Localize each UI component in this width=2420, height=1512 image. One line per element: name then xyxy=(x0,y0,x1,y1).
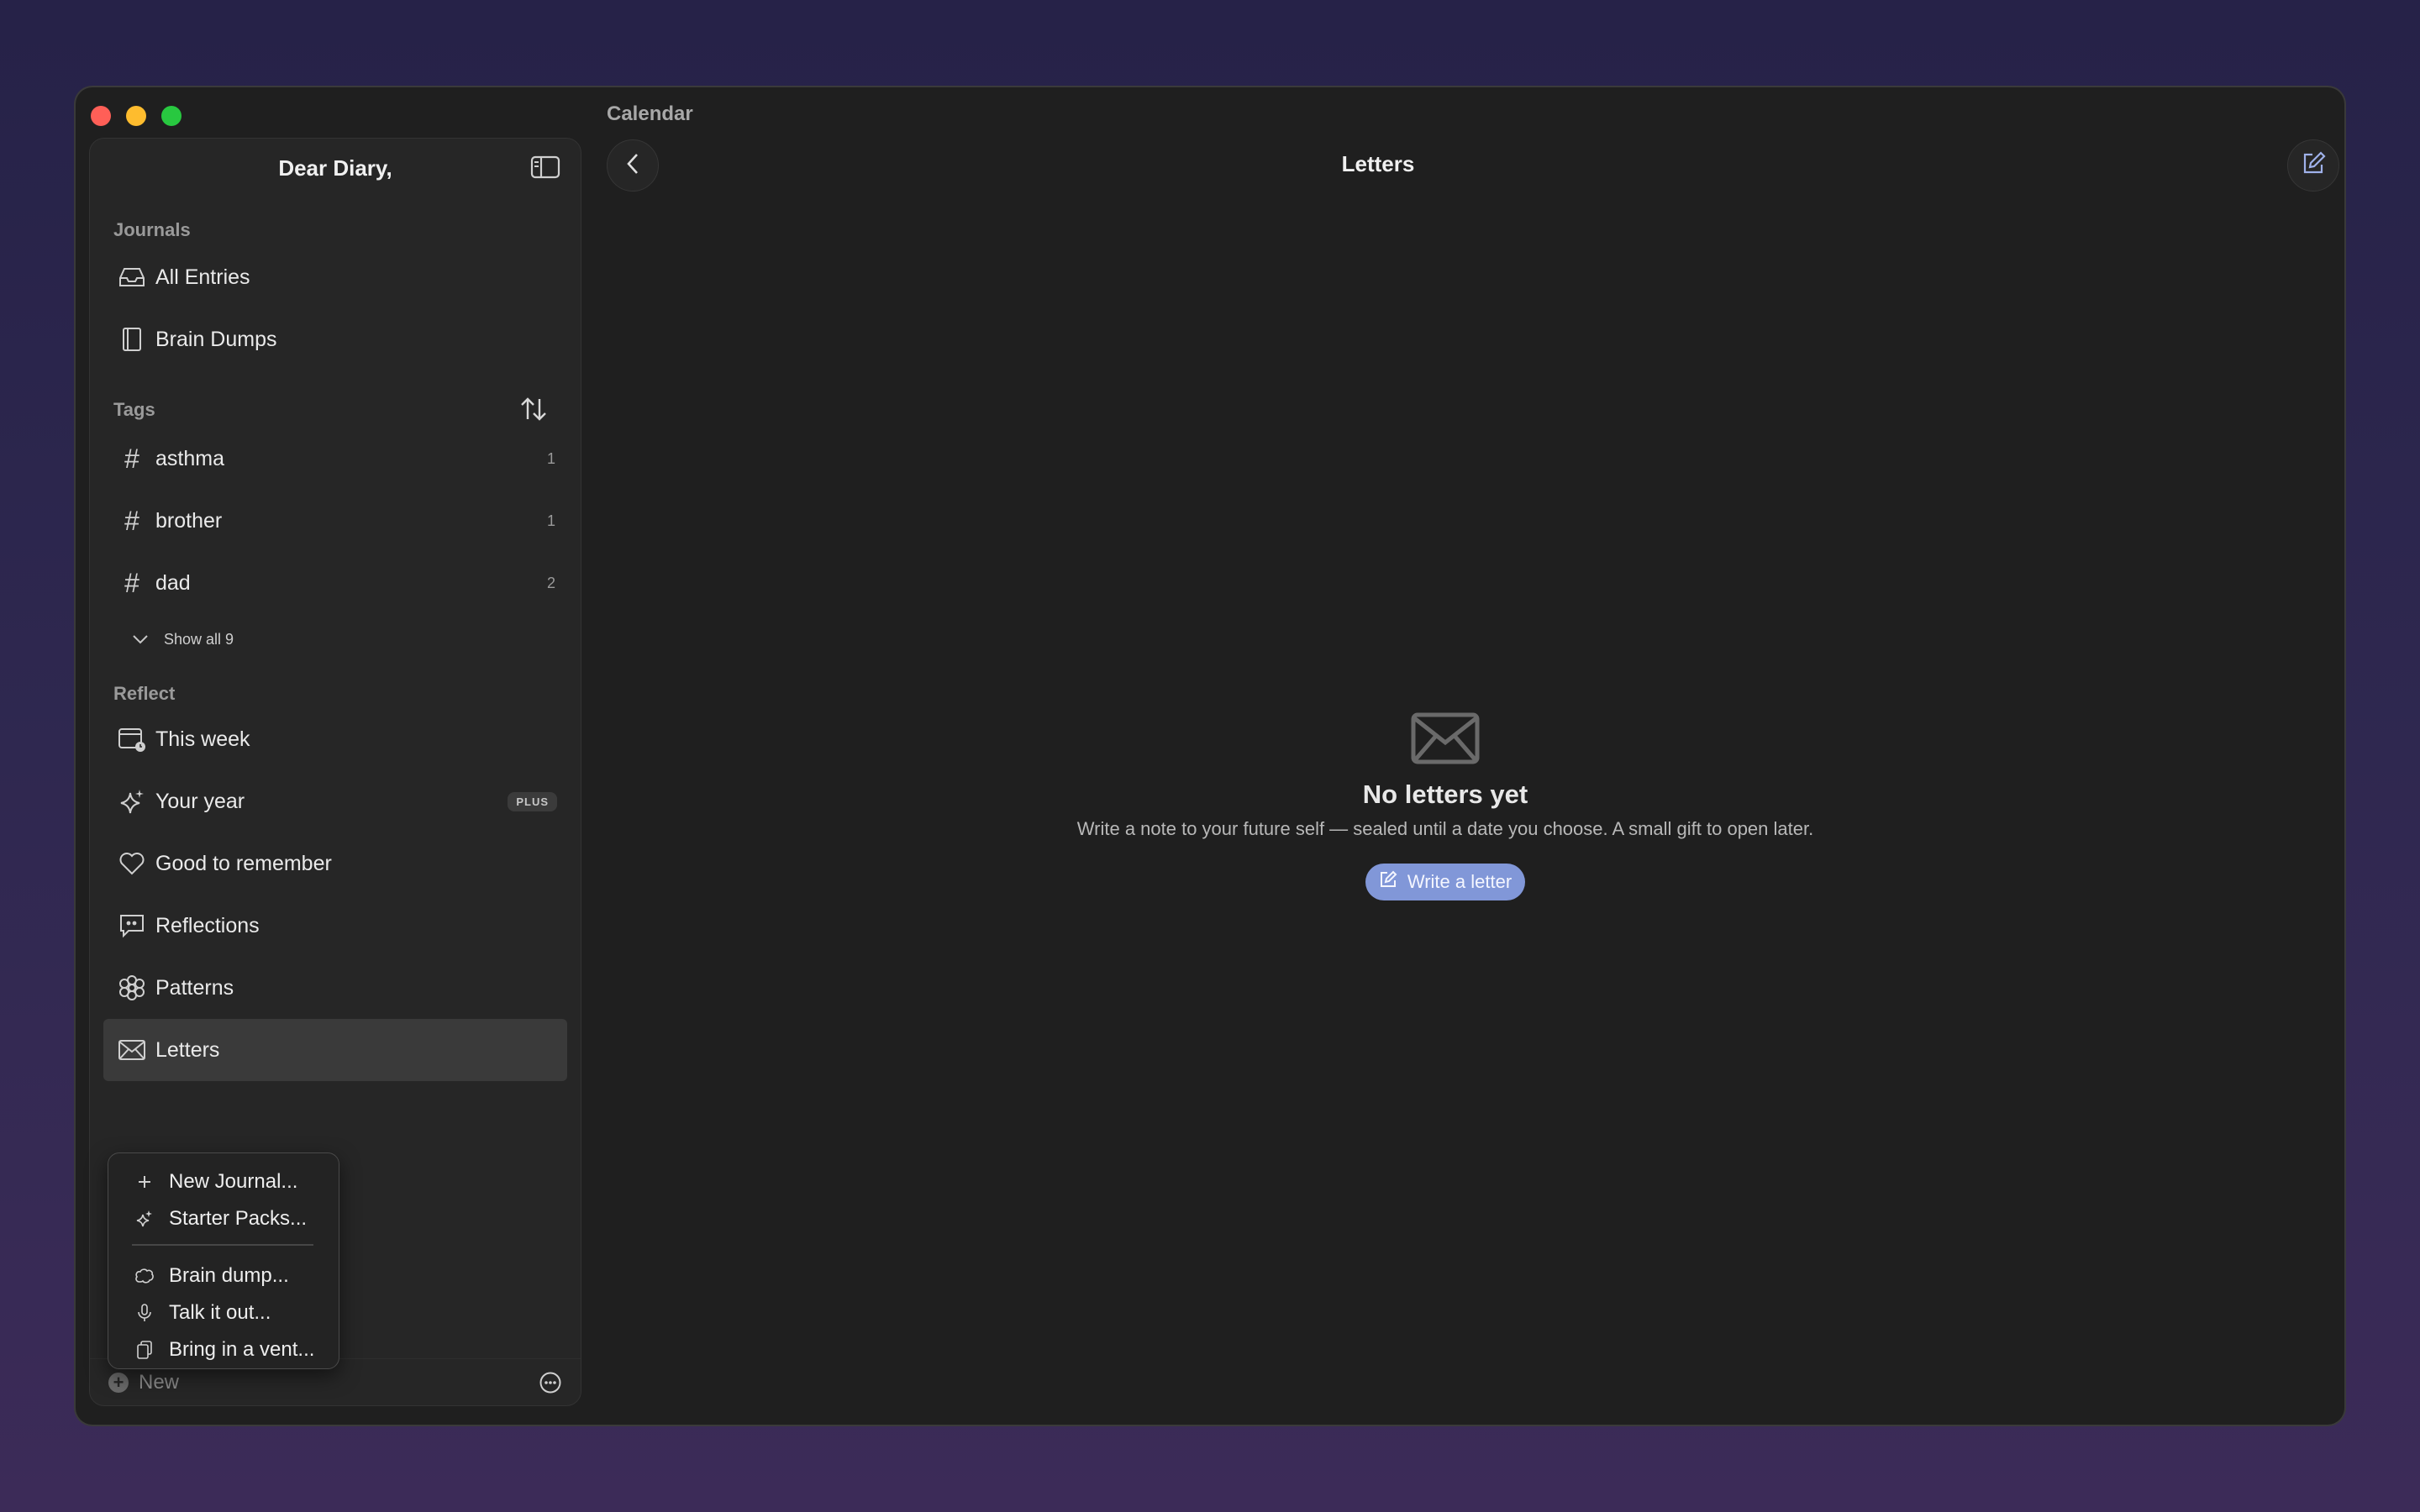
back-button[interactable] xyxy=(607,139,659,192)
app-window: Calendar Dear Diary, Journals All Entrie… xyxy=(76,87,2344,1425)
menu-item-label: Starter Packs... xyxy=(169,1207,308,1230)
sidebar-tag-asthma[interactable]: # asthma 1 xyxy=(103,428,567,490)
sidebar-item-patterns[interactable]: Patterns xyxy=(103,957,567,1019)
plus-badge: PLUS xyxy=(508,791,557,811)
tag-count: 1 xyxy=(546,449,555,467)
write-letter-label: Write a letter xyxy=(1407,871,1512,892)
sidebar-tag-dad[interactable]: # dad 2 xyxy=(103,552,567,614)
sidebar-item-label: Patterns xyxy=(155,975,234,1000)
hashtag-icon: # xyxy=(124,443,139,474)
flower-icon xyxy=(117,973,147,1003)
reflect-section-label: Reflect xyxy=(113,683,176,704)
sidebar-tag-brother[interactable]: # brother 1 xyxy=(103,490,567,552)
plus-icon xyxy=(134,1171,155,1193)
sidebar-item-label: Good to remember xyxy=(155,851,332,875)
menu-item-label: Talk it out... xyxy=(169,1301,271,1324)
envelope-icon xyxy=(1411,712,1480,764)
menu-item-brain-dump[interactable]: Brain dump... xyxy=(108,1257,339,1294)
compose-icon xyxy=(1379,870,1397,894)
tags-section-label: Tags xyxy=(113,399,155,420)
sidebar-item-letters[interactable]: Letters xyxy=(103,1019,567,1081)
window-controls xyxy=(91,106,182,126)
calendar-icon xyxy=(117,724,147,754)
menu-item-new-journal[interactable]: New Journal... xyxy=(108,1163,339,1200)
sidebar-item-your-year[interactable]: Your year PLUS xyxy=(103,770,567,832)
heart-icon xyxy=(117,848,147,879)
new-button-label[interactable]: New xyxy=(139,1371,179,1394)
chevron-down-icon xyxy=(132,631,149,648)
sidebar-item-label: This week xyxy=(155,727,250,751)
menu-item-label: Bring in a vent... xyxy=(169,1338,315,1361)
tag-label: brother xyxy=(155,508,223,533)
empty-state-description: Write a note to your future self — seale… xyxy=(1076,818,1814,839)
sidebar-item-good-to-remember[interactable]: Good to remember xyxy=(103,832,567,895)
close-window-button[interactable] xyxy=(91,106,111,126)
tag-count: 1 xyxy=(546,512,555,529)
compose-icon xyxy=(2301,150,2326,181)
microphone-icon xyxy=(134,1302,155,1324)
sidebar-title: Dear Diary, xyxy=(278,155,392,181)
new-menu-popup: New Journal... Starter Packs... Brain du… xyxy=(108,1152,339,1369)
envelope-icon xyxy=(117,1035,147,1065)
menu-separator xyxy=(132,1244,313,1246)
sort-arrows-icon[interactable] xyxy=(518,394,549,424)
new-plus-icon[interactable]: + xyxy=(108,1372,129,1393)
show-all-label: Show all 9 xyxy=(164,630,234,648)
hashtag-icon: # xyxy=(124,505,139,536)
page-title: Letters xyxy=(1341,151,1415,176)
menu-item-label: New Journal... xyxy=(169,1170,298,1193)
empty-state-title: No letters yet xyxy=(1362,780,1528,809)
chevron-left-icon xyxy=(625,152,640,180)
journals-section-label: Journals xyxy=(113,219,191,240)
tag-count: 2 xyxy=(546,574,555,591)
quote-bubble-icon xyxy=(117,911,147,941)
sidebar-item-label: Letters xyxy=(155,1037,220,1062)
show-all-tags-button[interactable]: Show all 9 xyxy=(90,614,581,664)
menu-item-talk-it-out[interactable]: Talk it out... xyxy=(108,1294,339,1331)
tray-icon xyxy=(117,262,147,292)
sidebar-item-reflections[interactable]: Reflections xyxy=(103,895,567,957)
sparkle-icon xyxy=(134,1208,155,1230)
more-options-icon[interactable] xyxy=(539,1371,562,1394)
minimize-window-button[interactable] xyxy=(126,106,146,126)
menu-item-starter-packs[interactable]: Starter Packs... xyxy=(108,1200,339,1237)
menu-item-bring-in-a-vent[interactable]: Bring in a vent... xyxy=(108,1331,339,1368)
zoom-window-button[interactable] xyxy=(161,106,182,126)
sidebar-item-brain-dumps[interactable]: Brain Dumps xyxy=(103,308,567,370)
brain-icon xyxy=(134,1265,155,1287)
compose-button[interactable] xyxy=(2287,139,2339,192)
sparkle-icon xyxy=(117,786,147,816)
book-icon xyxy=(117,324,147,354)
sidebar-item-label: Your year xyxy=(155,789,245,813)
sidebar-item-this-week[interactable]: This week xyxy=(103,708,567,770)
sidebar-toggle-icon[interactable] xyxy=(530,155,560,179)
document-icon xyxy=(134,1339,155,1361)
sidebar-item-label: Brain Dumps xyxy=(155,327,277,351)
tag-label: dad xyxy=(155,570,191,595)
sidebar-header: Dear Diary, xyxy=(90,139,581,197)
sidebar-item-all-entries[interactable]: All Entries xyxy=(103,246,567,308)
window-title: Calendar xyxy=(607,102,693,125)
tag-label: asthma xyxy=(155,446,224,470)
write-letter-button[interactable]: Write a letter xyxy=(1365,864,1526,900)
menu-item-label: Brain dump... xyxy=(169,1264,289,1287)
sidebar-item-label: All Entries xyxy=(155,265,250,289)
hashtag-icon: # xyxy=(124,567,139,598)
sidebar-item-label: Reflections xyxy=(155,913,260,937)
tags-header: Tags xyxy=(90,397,581,421)
empty-state: No letters yet Write a note to your futu… xyxy=(1025,712,1865,900)
